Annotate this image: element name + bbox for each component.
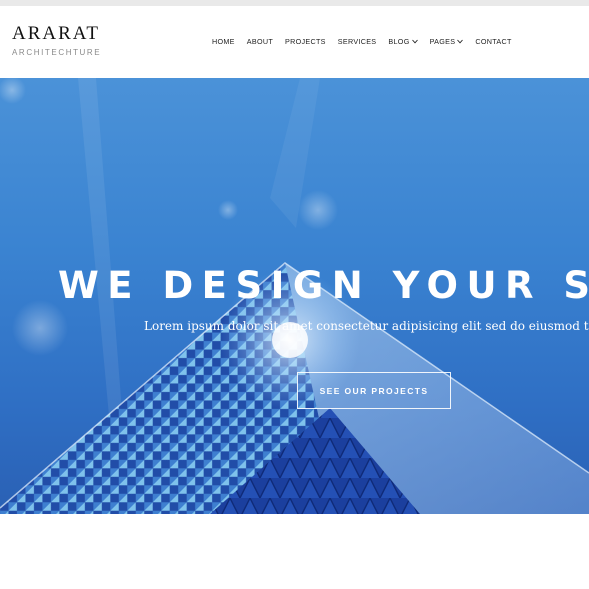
site-logo[interactable]: ARARAT ARCHITECHTURE	[12, 23, 102, 58]
site-header: ARARAT ARCHITECHTURE HOME ABOUT PROJECTS…	[0, 6, 589, 78]
brand-name: ARARAT	[12, 23, 101, 44]
chevron-down-icon	[457, 39, 464, 44]
hero-subtext: Lorem ipsum dolor sit amet consectetur a…	[144, 319, 589, 333]
nav-item-projects[interactable]: PROJECTS	[285, 37, 326, 46]
nav-item-label: PAGES	[429, 37, 456, 46]
chevron-down-icon	[411, 39, 418, 44]
nav-item-pages[interactable]: PAGES	[430, 37, 464, 46]
main-navigation: HOME ABOUT PROJECTS SERVICES BLOG PAGES …	[212, 37, 512, 46]
page-below-hero	[0, 514, 589, 589]
nav-item-label: CONTACT	[475, 37, 512, 46]
nav-item-contact[interactable]: CONTACT	[475, 37, 511, 46]
see-our-projects-button[interactable]: SEE OUR PROJECTS	[297, 372, 451, 409]
hero-section: WE DESIGN YOUR SPA Lorem ipsum dolor sit…	[0, 78, 589, 514]
brand-tagline: ARCHITECHTURE	[12, 48, 102, 57]
nav-item-label: PROJECTS	[285, 37, 326, 46]
nav-item-services[interactable]: SERVICES	[338, 37, 377, 46]
nav-item-blog[interactable]: BLOG	[388, 37, 418, 46]
nav-item-label: ABOUT	[246, 37, 274, 46]
nav-item-label: BLOG	[388, 37, 410, 46]
nav-item-label: SERVICES	[337, 37, 377, 46]
nav-item-about[interactable]: ABOUT	[247, 37, 273, 46]
nav-item-home[interactable]: HOME	[212, 37, 235, 46]
nav-item-label: HOME	[212, 37, 235, 46]
hero-headline: WE DESIGN YOUR SPA	[58, 264, 589, 307]
